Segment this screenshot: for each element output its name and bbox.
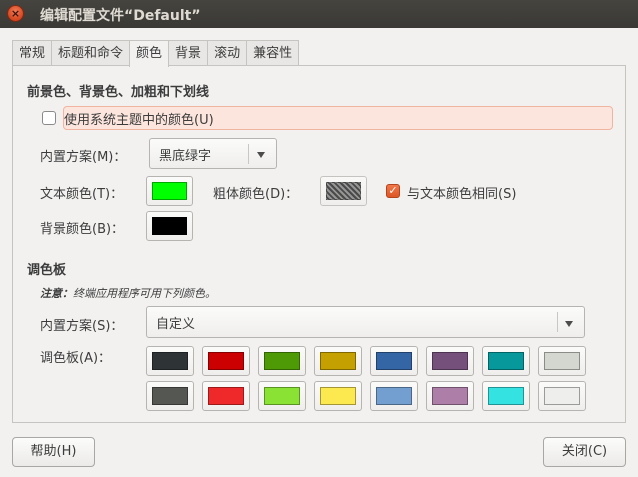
palette-color-swatch [208,387,244,405]
palette-label: 调色板(A)： [40,351,112,366]
palette-color-swatch [488,387,524,405]
bold-color-label: 粗体颜色(D)： [213,187,299,202]
palette-color-button-2-2[interactable] [202,381,250,411]
palette-color-button-1-6[interactable] [426,346,474,376]
tab-colors[interactable]: 颜色 [129,40,170,67]
same-as-text-checkbox[interactable]: ✓ [386,184,400,198]
palette-color-swatch [152,387,188,405]
builtin-scheme-value: 黑底绿字 [159,149,212,164]
dropdown-separator [248,144,249,164]
bold-color-swatch [326,182,361,200]
help-button[interactable]: 帮助(H) [12,437,95,467]
palette-color-button-2-4[interactable] [314,381,362,411]
palette-color-button-1-5[interactable] [370,346,418,376]
palette-color-button-2-3[interactable] [258,381,306,411]
use-system-theme-label: 使用系统主题中的颜色(U) [64,113,214,128]
tab-background[interactable]: 背景 [168,40,209,66]
colors-panel: 前景色、背景色、加粗和下划线 使用系统主题中的颜色(U) 内置方案(M)： 黑底… [12,65,626,423]
palette-section-title: 调色板 [27,263,67,278]
tab-general[interactable]: 常规 [12,40,53,66]
palette-color-button-2-5[interactable] [370,381,418,411]
use-system-theme-checkbox[interactable] [42,111,56,125]
palette-note-text: 终端应用程序可用下列颜色。 [73,287,216,300]
tab-scrolling[interactable]: 滚动 [207,40,248,66]
palette-color-swatch [320,352,356,370]
fg-bg-section-title: 前景色、背景色、加粗和下划线 [27,85,210,100]
palette-color-button-2-8[interactable] [538,381,586,411]
palette-color-swatch [376,387,412,405]
palette-color-swatch [432,387,468,405]
palette-color-button-1-4[interactable] [314,346,362,376]
palette-color-button-1-2[interactable] [202,346,250,376]
text-color-button[interactable] [146,176,193,206]
background-color-button[interactable] [146,211,193,241]
palette-color-swatch [152,352,188,370]
chevron-down-icon [565,321,573,327]
palette-scheme-value: 自定义 [156,317,196,332]
palette-row-1 [146,346,590,376]
tab-bar: 常规 标题和命令 颜色 背景 滚动 兼容性 [12,40,300,67]
builtin-scheme-dropdown[interactable]: 黑底绿字 [149,138,277,169]
chevron-down-icon [257,152,265,158]
background-color-swatch [152,217,187,235]
palette-color-swatch [376,352,412,370]
builtin-scheme-label: 内置方案(M)： [40,150,127,165]
same-as-text-label: 与文本颜色相同(S) [407,187,517,202]
window-title: 编辑配置文件“Default” [40,8,201,24]
text-color-swatch [152,182,187,200]
background-color-label: 背景颜色(B)： [40,222,125,237]
palette-color-swatch [544,387,580,405]
palette-color-swatch [488,352,524,370]
palette-color-swatch [432,352,468,370]
close-button[interactable]: 关闭(C) [543,437,626,467]
palette-color-button-1-3[interactable] [258,346,306,376]
window-close-button[interactable]: × [7,5,24,22]
palette-color-swatch [264,352,300,370]
palette-scheme-label: 内置方案(S)： [40,319,124,334]
palette-note-prefix: 注意： [40,287,73,300]
tab-compatibility[interactable]: 兼容性 [246,40,300,66]
text-color-label: 文本颜色(T)： [40,187,124,202]
palette-color-swatch [544,352,580,370]
palette-color-button-1-1[interactable] [146,346,194,376]
palette-color-button-1-7[interactable] [482,346,530,376]
palette-color-button-2-1[interactable] [146,381,194,411]
bold-color-button[interactable] [320,176,367,206]
palette-row-2 [146,381,590,411]
palette-color-swatch [208,352,244,370]
palette-color-button-2-7[interactable] [482,381,530,411]
palette-note: 注意：终端应用程序可用下列颜色。 [40,285,216,301]
title-bar: × 编辑配置文件“Default” [0,0,638,28]
tab-title-and-command[interactable]: 标题和命令 [51,40,131,66]
palette-color-button-1-8[interactable] [538,346,586,376]
palette-color-swatch [320,387,356,405]
palette-scheme-dropdown[interactable]: 自定义 [146,306,585,338]
palette-color-button-2-6[interactable] [426,381,474,411]
dropdown-separator [557,312,558,332]
palette-color-swatch [264,387,300,405]
